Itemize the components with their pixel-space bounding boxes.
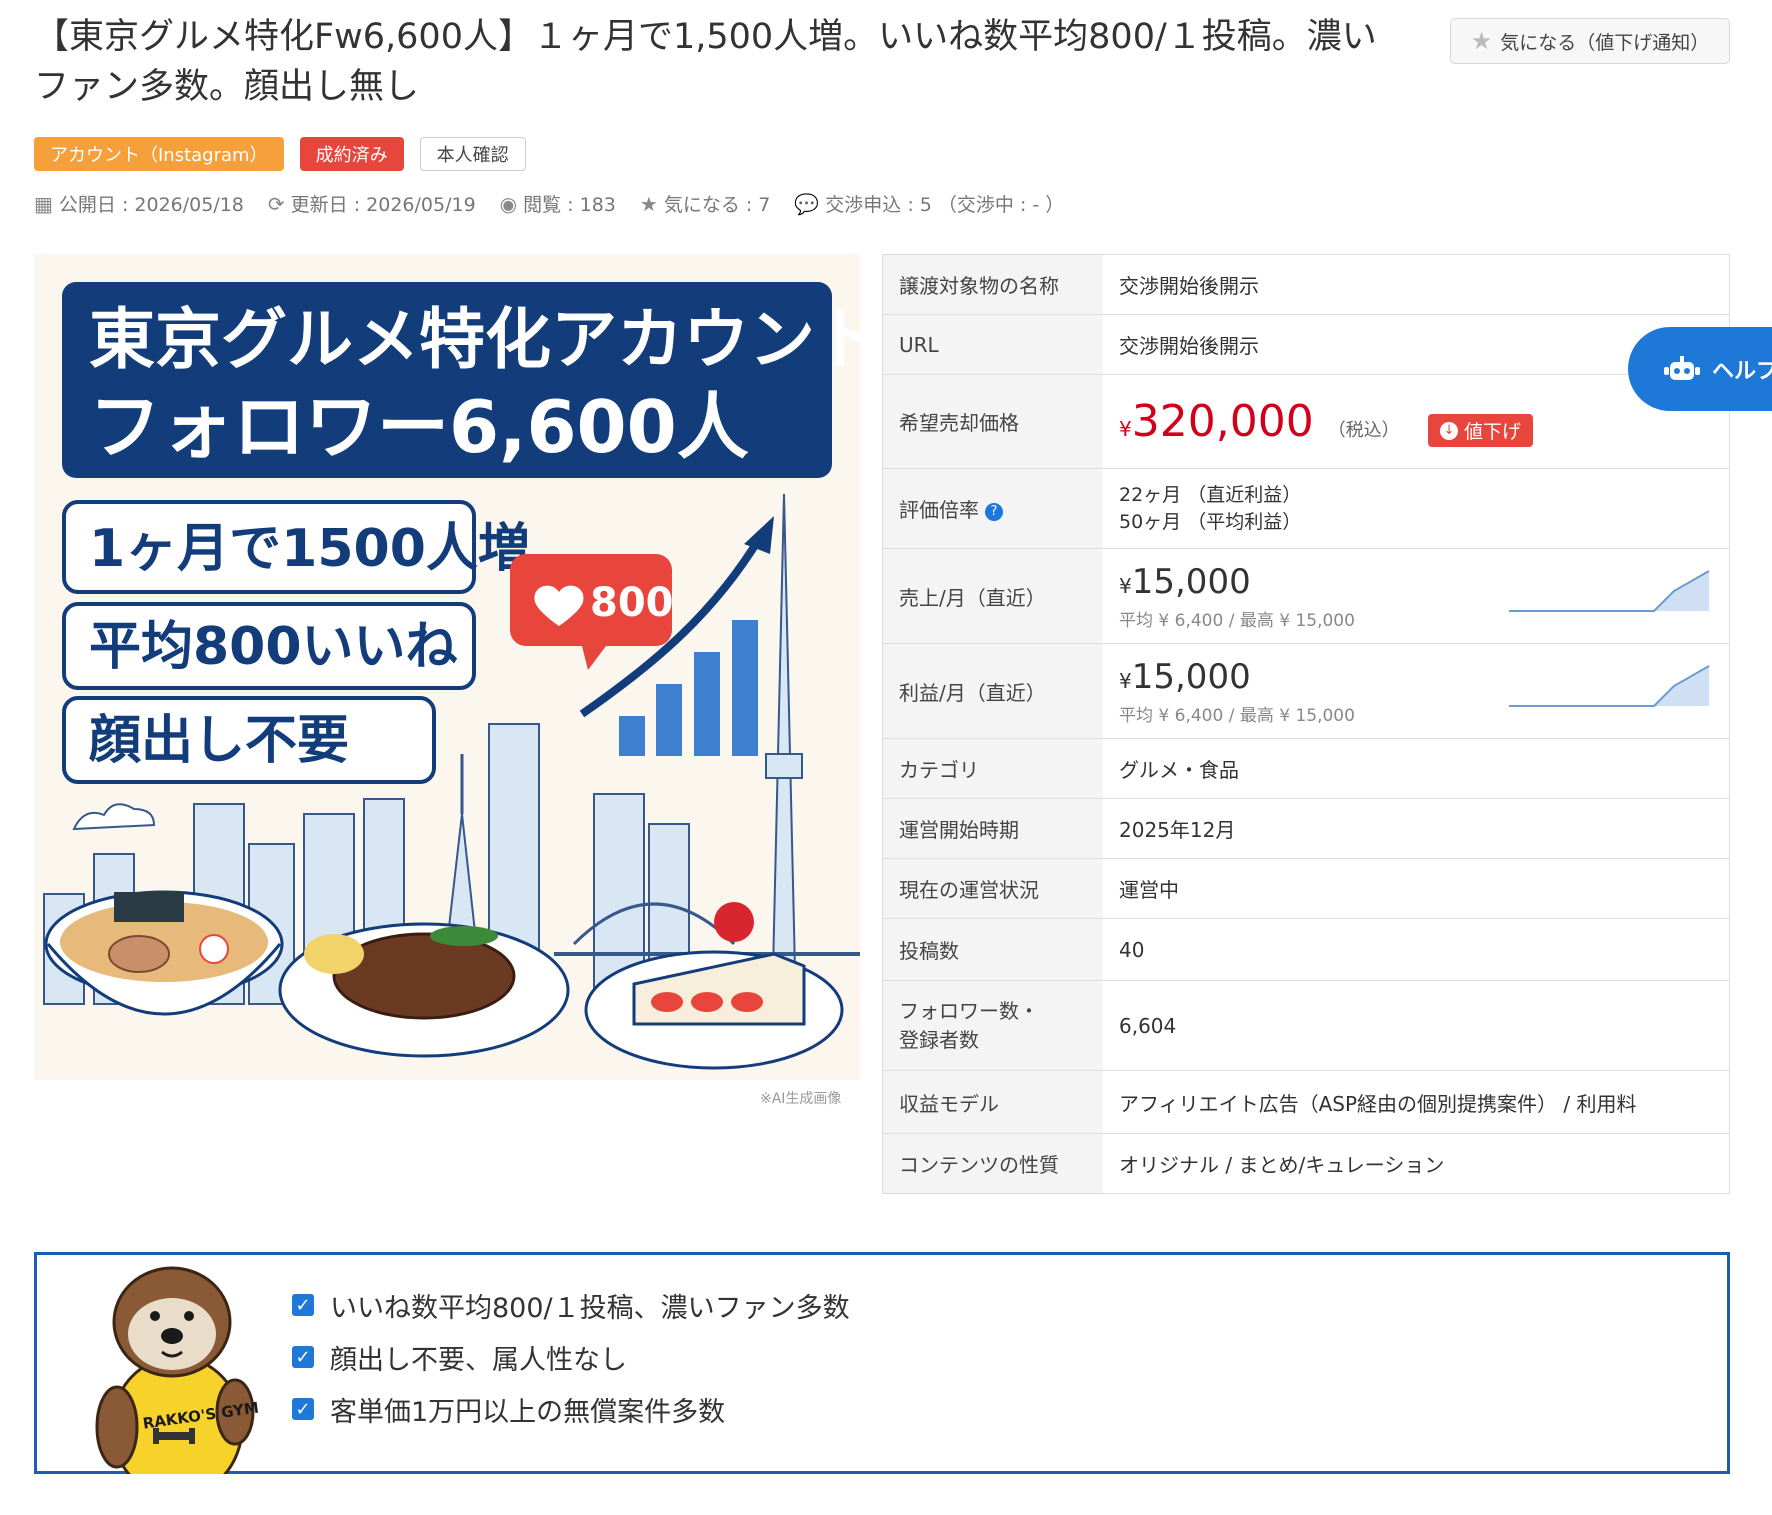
- spec-table: 譲渡対象物の名称 交渉開始後開示 URL 交渉開始後開示 希望売却価格 ¥320…: [882, 254, 1730, 1194]
- checkbox-checked-icon: ✓: [292, 1346, 314, 1368]
- sales-currency: ¥: [1119, 573, 1132, 598]
- help-button-label: ヘルプ: [1712, 359, 1772, 384]
- help-button[interactable]: ヘルプ: [1628, 327, 1772, 411]
- price-down-label: 値下げ: [1464, 421, 1522, 443]
- spec-row: コンテンツの性質 オリジナル / まとめ/キュレーション: [882, 1133, 1730, 1194]
- spec-value: 運営中: [1103, 858, 1730, 919]
- multiple-recent: 22ヶ月 （直近利益）: [1119, 483, 1302, 506]
- profit-sparkline: [1509, 665, 1710, 707]
- comment-icon: 💬: [794, 191, 820, 216]
- hero-point-3: 顔出し不要: [89, 711, 349, 771]
- favorite-button[interactable]: ★ 気になる（値下げ通知）: [1450, 18, 1730, 64]
- multiple-label: 評価倍率: [899, 498, 979, 522]
- hero-headline-2: フォロワー6,600人: [89, 385, 749, 469]
- favorite-button-label: 気になる（値下げ通知）: [1500, 31, 1710, 54]
- sales-label: 売上/月（直近）: [882, 548, 1103, 644]
- price-value: 320,000: [1131, 396, 1314, 447]
- selling-points-box: RAKKO'S GYM ✓ いいね数平均800/１投稿、濃いファン多数 ✓ 顔出し不…: [34, 1252, 1730, 1474]
- favorite-count: 気になる : 7: [663, 194, 771, 216]
- list-item: ✓ 顔出し不要、属人性なし: [292, 1331, 850, 1383]
- hero-headline-1: 東京グルメ特化アカウント: [89, 301, 860, 378]
- spec-value: グルメ・食品: [1103, 738, 1730, 799]
- spec-row: カテゴリ グルメ・食品: [882, 738, 1730, 799]
- selling-point-text: いいね数平均800/１投稿、濃いファン多数: [330, 1292, 850, 1324]
- profit-row: 利益/月（直近） ¥15,000 平均 ¥ 6,400 / 最高 ¥ 15,00…: [882, 643, 1730, 739]
- spec-value: 2025年12月: [1103, 798, 1730, 859]
- price-row: 希望売却価格 ¥320,000 （税込） ↓ 値下げ: [882, 374, 1730, 469]
- sales-sparkline: [1509, 570, 1710, 612]
- spec-row: 運営開始時期 2025年12月: [882, 798, 1730, 859]
- followers-row: フォロワー数・ 登録者数 6,604: [882, 980, 1730, 1071]
- star-icon: ★: [639, 191, 658, 216]
- tag-verified: 本人確認: [419, 137, 526, 171]
- list-item: ✓ いいね数平均800/１投稿、濃いファン多数: [292, 1279, 850, 1331]
- price-label: 希望売却価格: [882, 374, 1103, 469]
- ai-generated-note: ※AI生成画像: [760, 1091, 842, 1107]
- arrow-down-icon: ↓: [1440, 421, 1459, 440]
- updated-date: 更新日 : 2026/05/19: [290, 194, 476, 216]
- published-date: 公開日 : 2026/05/18: [58, 194, 244, 216]
- price-tax: （税込）: [1327, 420, 1400, 441]
- help-question-icon[interactable]: ?: [985, 502, 1003, 521]
- revenue-model-label: 収益モデル: [882, 1070, 1103, 1134]
- spec-key: 運営開始時期: [882, 798, 1103, 859]
- spec-row: 収益モデル アフィリエイト広告（ASP経由の個別提携案件） / 利用料: [882, 1070, 1730, 1134]
- spec-row: 投稿数 40: [882, 918, 1730, 981]
- multiple-row: 評価倍率? 22ヶ月 （直近利益） 50ヶ月 （平均利益）: [882, 468, 1730, 549]
- tag-status: 成約済み: [299, 137, 404, 171]
- multiple-average: 50ヶ月 （平均利益）: [1119, 510, 1302, 533]
- profit-value: 15,000: [1131, 656, 1251, 697]
- checkbox-checked-icon: ✓: [292, 1398, 314, 1420]
- content-type-value: オリジナル / まとめ/キュレーション: [1103, 1133, 1730, 1194]
- followers-label-2: 登録者数: [899, 1027, 979, 1052]
- profit-currency: ¥: [1119, 668, 1132, 693]
- listing-hero-image: 東京グルメ特化アカウント フォロワー6,600人 1ヶ月で1500人増 平均80…: [34, 254, 860, 1080]
- selling-point-text: 顔出し不要、属人性なし: [330, 1344, 627, 1376]
- followers-label-1: フォロワー数・: [899, 998, 1039, 1023]
- sales-row: 売上/月（直近） ¥15,000 平均 ¥ 6,400 / 最高 ¥ 15,00…: [882, 548, 1730, 644]
- mascot-otter-image: RAKKO'S GYM: [95, 1266, 260, 1474]
- tag-category[interactable]: アカウント（Instagram）: [34, 137, 284, 171]
- star-icon: ★: [1470, 27, 1493, 55]
- view-count: 閲覧 : 183: [523, 194, 616, 216]
- selling-point-text: 客単価1万円以上の無償案件多数: [330, 1396, 726, 1428]
- offer-count: 交渉申込 : 5 （交渉中 : - ）: [825, 194, 1065, 216]
- spec-row: 譲渡対象物の名称 交渉開始後開示: [882, 254, 1730, 315]
- price-down-badge: ↓ 値下げ: [1428, 414, 1534, 447]
- refresh-icon: ⟳: [267, 191, 285, 216]
- revenue-model-value: アフィリエイト広告（ASP経由の個別提携案件） / 利用料: [1103, 1070, 1730, 1134]
- followers-value: 6,604: [1103, 980, 1730, 1071]
- spec-key: URL: [882, 314, 1103, 375]
- spec-key: カテゴリ: [882, 738, 1103, 799]
- sales-value: 15,000: [1131, 561, 1251, 602]
- listing-title: 【東京グルメ特化Fw6,600人】１ヶ月で1,500人増。いいね数平均800/１…: [34, 17, 1377, 107]
- hero-point-2: 平均800いいね: [89, 617, 458, 677]
- calendar-icon: ▦: [34, 191, 53, 216]
- price-currency: ¥: [1119, 417, 1132, 441]
- spec-value: 40: [1103, 918, 1730, 981]
- spec-key: 現在の運営状況: [882, 858, 1103, 919]
- spec-key: 投稿数: [882, 918, 1103, 981]
- content-type-label: コンテンツの性質: [882, 1133, 1103, 1194]
- profit-label: 利益/月（直近）: [882, 643, 1103, 739]
- listing-meta: ▦ 公開日 : 2026/05/18 ⟳ 更新日 : 2026/05/19 ◉ 閲覧 …: [34, 190, 1064, 217]
- checkbox-checked-icon: ✓: [292, 1294, 314, 1316]
- spec-value: 交渉開始後開示: [1103, 254, 1730, 315]
- robot-icon: [1664, 356, 1700, 380]
- hero-point-1: 1ヶ月で1500人増: [89, 519, 530, 579]
- spec-row: 現在の運営状況 運営中: [882, 858, 1730, 919]
- spec-key: 譲渡対象物の名称: [882, 254, 1103, 315]
- selling-points-list: ✓ いいね数平均800/１投稿、濃いファン多数 ✓ 顔出し不要、属人性なし ✓ 客単価…: [292, 1279, 850, 1435]
- spec-row: URL 交渉開始後開示: [882, 314, 1730, 375]
- eye-icon: ◉: [499, 191, 518, 216]
- list-item: ✓ 客単価1万円以上の無償案件多数: [292, 1383, 850, 1435]
- likes-badge-number: 800: [590, 580, 674, 626]
- tag-list: アカウント（Instagram） 成約済み 本人確認: [34, 137, 526, 171]
